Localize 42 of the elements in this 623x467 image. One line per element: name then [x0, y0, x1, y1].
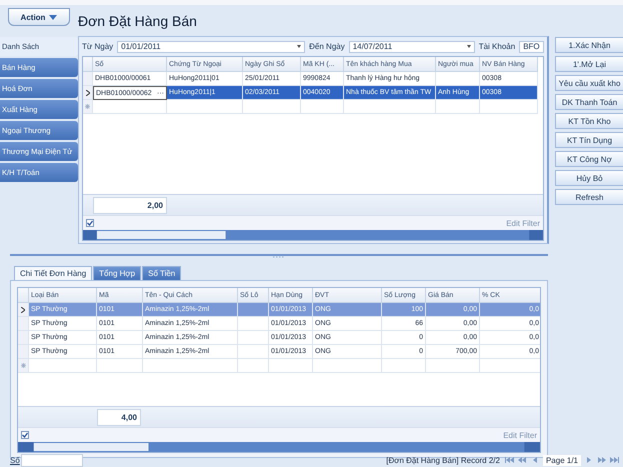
action-button[interactable]: 1.Xác Nhận: [555, 37, 623, 53]
field-label: Tài Khoản: [478, 42, 516, 51]
action-button[interactable]: Hủy Bỏ: [555, 170, 623, 186]
dropdown-icon: [466, 45, 471, 48]
horizontal-scrollbar[interactable]: [83, 230, 543, 240]
record-counter: [Đơn Đặt Hàng Bán] Record 2/2: [386, 456, 500, 464]
last-page-icon[interactable]: [610, 457, 620, 463]
first-page-icon[interactable]: [504, 457, 514, 463]
tab[interactable]: Tổng Hợp: [93, 266, 142, 280]
page-title: Đơn Đặt Hàng Bán: [78, 13, 198, 31]
action-button[interactable]: Refresh: [555, 189, 623, 205]
horizontal-scrollbar[interactable]: [18, 442, 540, 452]
new-row-icon: [20, 363, 26, 368]
next-page-icon[interactable]: [597, 457, 607, 463]
caret-icon: [49, 14, 58, 20]
field-label: Đến Ngày: [309, 42, 345, 51]
tab[interactable]: Chi Tiết Đơn Hàng: [14, 266, 92, 280]
action-button[interactable]: Yêu cầu xuất kho: [555, 75, 623, 91]
header-corner: [18, 288, 29, 303]
current-row-icon: [86, 90, 90, 96]
date-field[interactable]: 01/01/2011: [117, 40, 306, 52]
current-row-icon: [21, 306, 25, 312]
filter-checkbox[interactable]: [86, 219, 94, 227]
new-row-icon: [85, 104, 90, 109]
filter-checkbox[interactable]: [21, 431, 29, 439]
action-button[interactable]: 1'.Mở Lại: [555, 56, 623, 72]
action-button[interactable]: Action: [8, 8, 70, 26]
header-corner: [83, 57, 93, 72]
date-field[interactable]: 14/07/2011: [348, 40, 475, 52]
action-button[interactable]: DK Thanh Toán: [555, 94, 623, 110]
action-button[interactable]: KT Tín Dụng: [555, 132, 623, 148]
search-field[interactable]: [20, 454, 83, 466]
tab[interactable]: Số Tiền: [142, 266, 182, 280]
page-indicator: Page 1/1: [542, 454, 581, 466]
field-label: Từ Ngày: [82, 42, 114, 51]
account-field[interactable]: BFO: [519, 40, 544, 52]
action-button[interactable]: KT Tồn Kho: [555, 113, 623, 129]
dropdown-icon: [297, 45, 302, 48]
search-link[interactable]: Số: [10, 456, 20, 464]
total-value: 4,00: [97, 408, 141, 426]
action-button[interactable]: KT Công Nợ: [555, 151, 623, 167]
total-value: 2,00: [93, 196, 167, 214]
